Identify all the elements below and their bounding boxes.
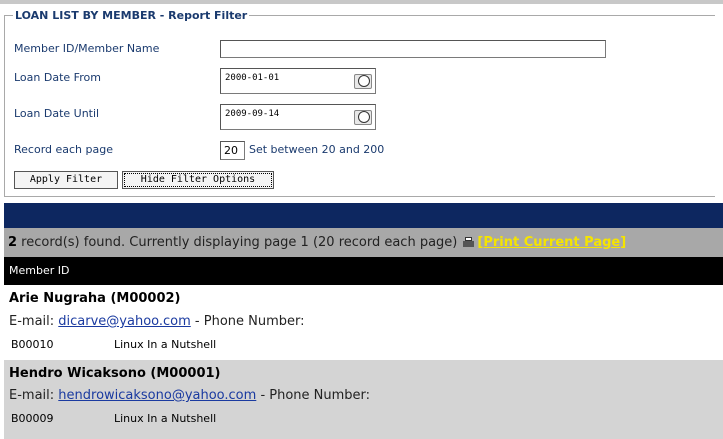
member-contact: E-mail: dicarve@yahoo.com - Phone Number… xyxy=(9,314,305,329)
report-filter-legend: LOAN LIST BY MEMBER - Report Filter xyxy=(15,9,248,22)
phone-label: - Phone Number: xyxy=(256,388,371,403)
item-title: Linux In a Nutshell xyxy=(114,412,217,425)
navigation-bar xyxy=(4,203,723,228)
item-code: B00009 xyxy=(11,412,54,425)
item-title: Linux In a Nutshell xyxy=(114,338,217,351)
item-code: B00010 xyxy=(11,338,54,351)
phone-label: - Phone Number: xyxy=(190,314,305,329)
loan-date-from-input[interactable]: 2000-01-01 xyxy=(220,68,376,94)
results-summary: record(s) found. Currently displaying pa… xyxy=(17,235,458,250)
top-strip xyxy=(0,0,723,4)
member-name: Hendro Wicaksono (M00001) xyxy=(9,366,221,381)
email-prefix: E-mail: xyxy=(9,388,59,403)
calendar-icon[interactable] xyxy=(354,74,372,89)
record-count: 2 xyxy=(8,235,18,250)
report-filter-panel: LOAN LIST BY MEMBER - Report Filter xyxy=(4,9,715,197)
record-each-page-input[interactable] xyxy=(220,141,245,160)
calendar-clock-face xyxy=(358,111,370,123)
member-id-name-input[interactable] xyxy=(220,40,606,58)
member-contact: E-mail: hendrowicaksono@yahoo.com - Phon… xyxy=(9,388,370,403)
member-email-link[interactable]: hendrowicaksono@yahoo.com xyxy=(58,388,256,403)
print-current-page-link[interactable]: [Print Current Page] xyxy=(477,235,626,250)
calendar-clock-face xyxy=(358,75,370,87)
list-item: Arie Nugraha (M00002) E-mail: dicarve@ya… xyxy=(4,285,723,360)
loan-date-from-label: Loan Date From xyxy=(14,71,101,84)
email-prefix: E-mail: xyxy=(9,314,59,329)
results-info-bar: 2 record(s) found. Currently displaying … xyxy=(4,228,723,257)
record-each-page-label: Record each page xyxy=(14,143,113,156)
record-each-page-hint: Set between 20 and 200 xyxy=(249,143,385,156)
member-label: Member ID/Member Name xyxy=(14,42,160,55)
list-item: Hendro Wicaksono (M00001) E-mail: hendro… xyxy=(4,360,723,439)
loan-date-until-input[interactable]: 2009-09-14 xyxy=(220,104,376,130)
member-id-column-header: Member ID xyxy=(4,257,723,285)
hide-filter-options-button[interactable]: Hide Filter Options xyxy=(122,171,274,189)
loan-date-until-label: Loan Date Until xyxy=(14,107,100,120)
apply-filter-button[interactable]: Apply Filter xyxy=(14,171,118,189)
member-name: Arie Nugraha (M00002) xyxy=(9,291,181,306)
printer-icon xyxy=(463,237,475,247)
loan-date-until-value: 2009-09-14 xyxy=(225,109,280,119)
member-email-link[interactable]: dicarve@yahoo.com xyxy=(58,314,191,329)
calendar-icon[interactable] xyxy=(354,110,372,125)
loan-date-from-value: 2000-01-01 xyxy=(225,73,280,83)
